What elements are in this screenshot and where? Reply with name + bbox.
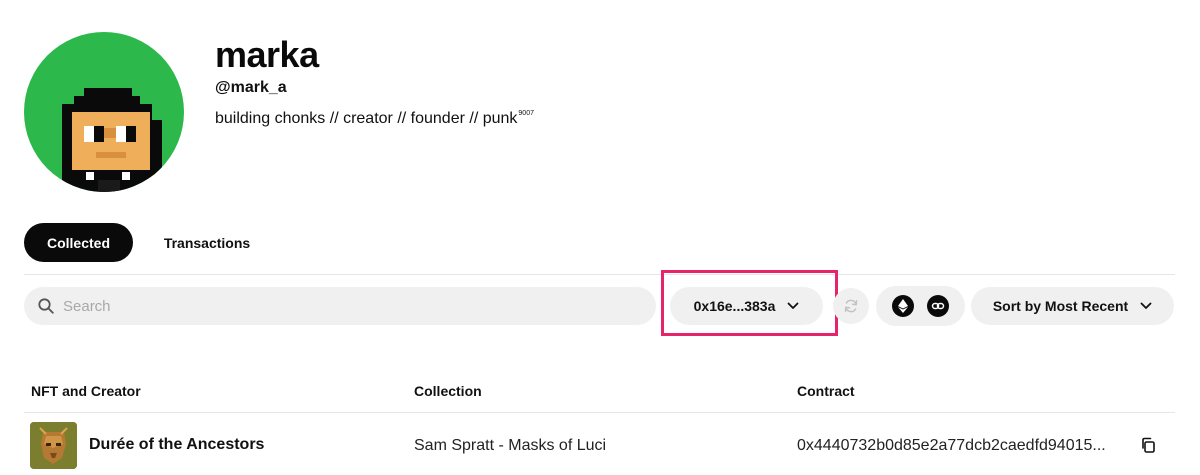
contract-address: 0x4440732b0d85e2a77dcb2caedfd94015...: [797, 437, 1106, 454]
collection-name[interactable]: Sam Spratt - Masks of Luci: [414, 437, 606, 455]
column-header-collection[interactable]: Collection: [414, 383, 482, 399]
tab-collected[interactable]: Collected: [24, 223, 133, 262]
profile-name: marka: [215, 34, 319, 75]
chainlink-icon: [931, 302, 944, 310]
nft-name[interactable]: Durée of the Ancestors: [89, 436, 264, 454]
search-input[interactable]: [63, 297, 623, 315]
wallet-address-dropdown[interactable]: 0x16e...383a: [670, 287, 823, 325]
chain-filter-group: [876, 286, 965, 326]
copy-icon[interactable]: [1140, 437, 1156, 453]
wallet-address-label: 0x16e...383a: [693, 298, 776, 314]
column-header-nft[interactable]: NFT and Creator: [31, 383, 141, 399]
search-bar[interactable]: [24, 287, 656, 325]
profile-bio: building chonks // creator // founder //…: [215, 110, 534, 128]
ethereum-icon: [898, 299, 909, 313]
pixel-punk-avatar: [62, 88, 162, 192]
ethereum-chain-button[interactable]: [892, 295, 915, 317]
chevron-down-icon: [1140, 302, 1152, 309]
refresh-button[interactable]: [833, 288, 869, 324]
profile-bio-superscript: 9007: [518, 110, 534, 117]
sort-dropdown[interactable]: Sort by Most Recent: [971, 287, 1174, 325]
chainlink-chain-button[interactable]: [926, 295, 949, 317]
nft-thumbnail[interactable]: [30, 422, 77, 469]
column-header-contract[interactable]: Contract: [797, 383, 855, 399]
profile-bio-text: building chonks // creator // founder //…: [215, 110, 518, 127]
chevron-down-icon: [787, 302, 799, 309]
table-row[interactable]: Durée of the Ancestors Sam Spratt - Mask…: [0, 413, 1200, 475]
profile-avatar: [24, 32, 184, 192]
tabs-divider: [24, 274, 1175, 275]
sort-label: Sort by Most Recent: [992, 298, 1129, 314]
tab-transactions[interactable]: Transactions: [146, 223, 268, 262]
profile-handle: @mark_a: [215, 79, 287, 96]
refresh-icon: [844, 299, 858, 313]
search-icon: [38, 298, 54, 314]
nft-mask-image: [30, 422, 77, 469]
